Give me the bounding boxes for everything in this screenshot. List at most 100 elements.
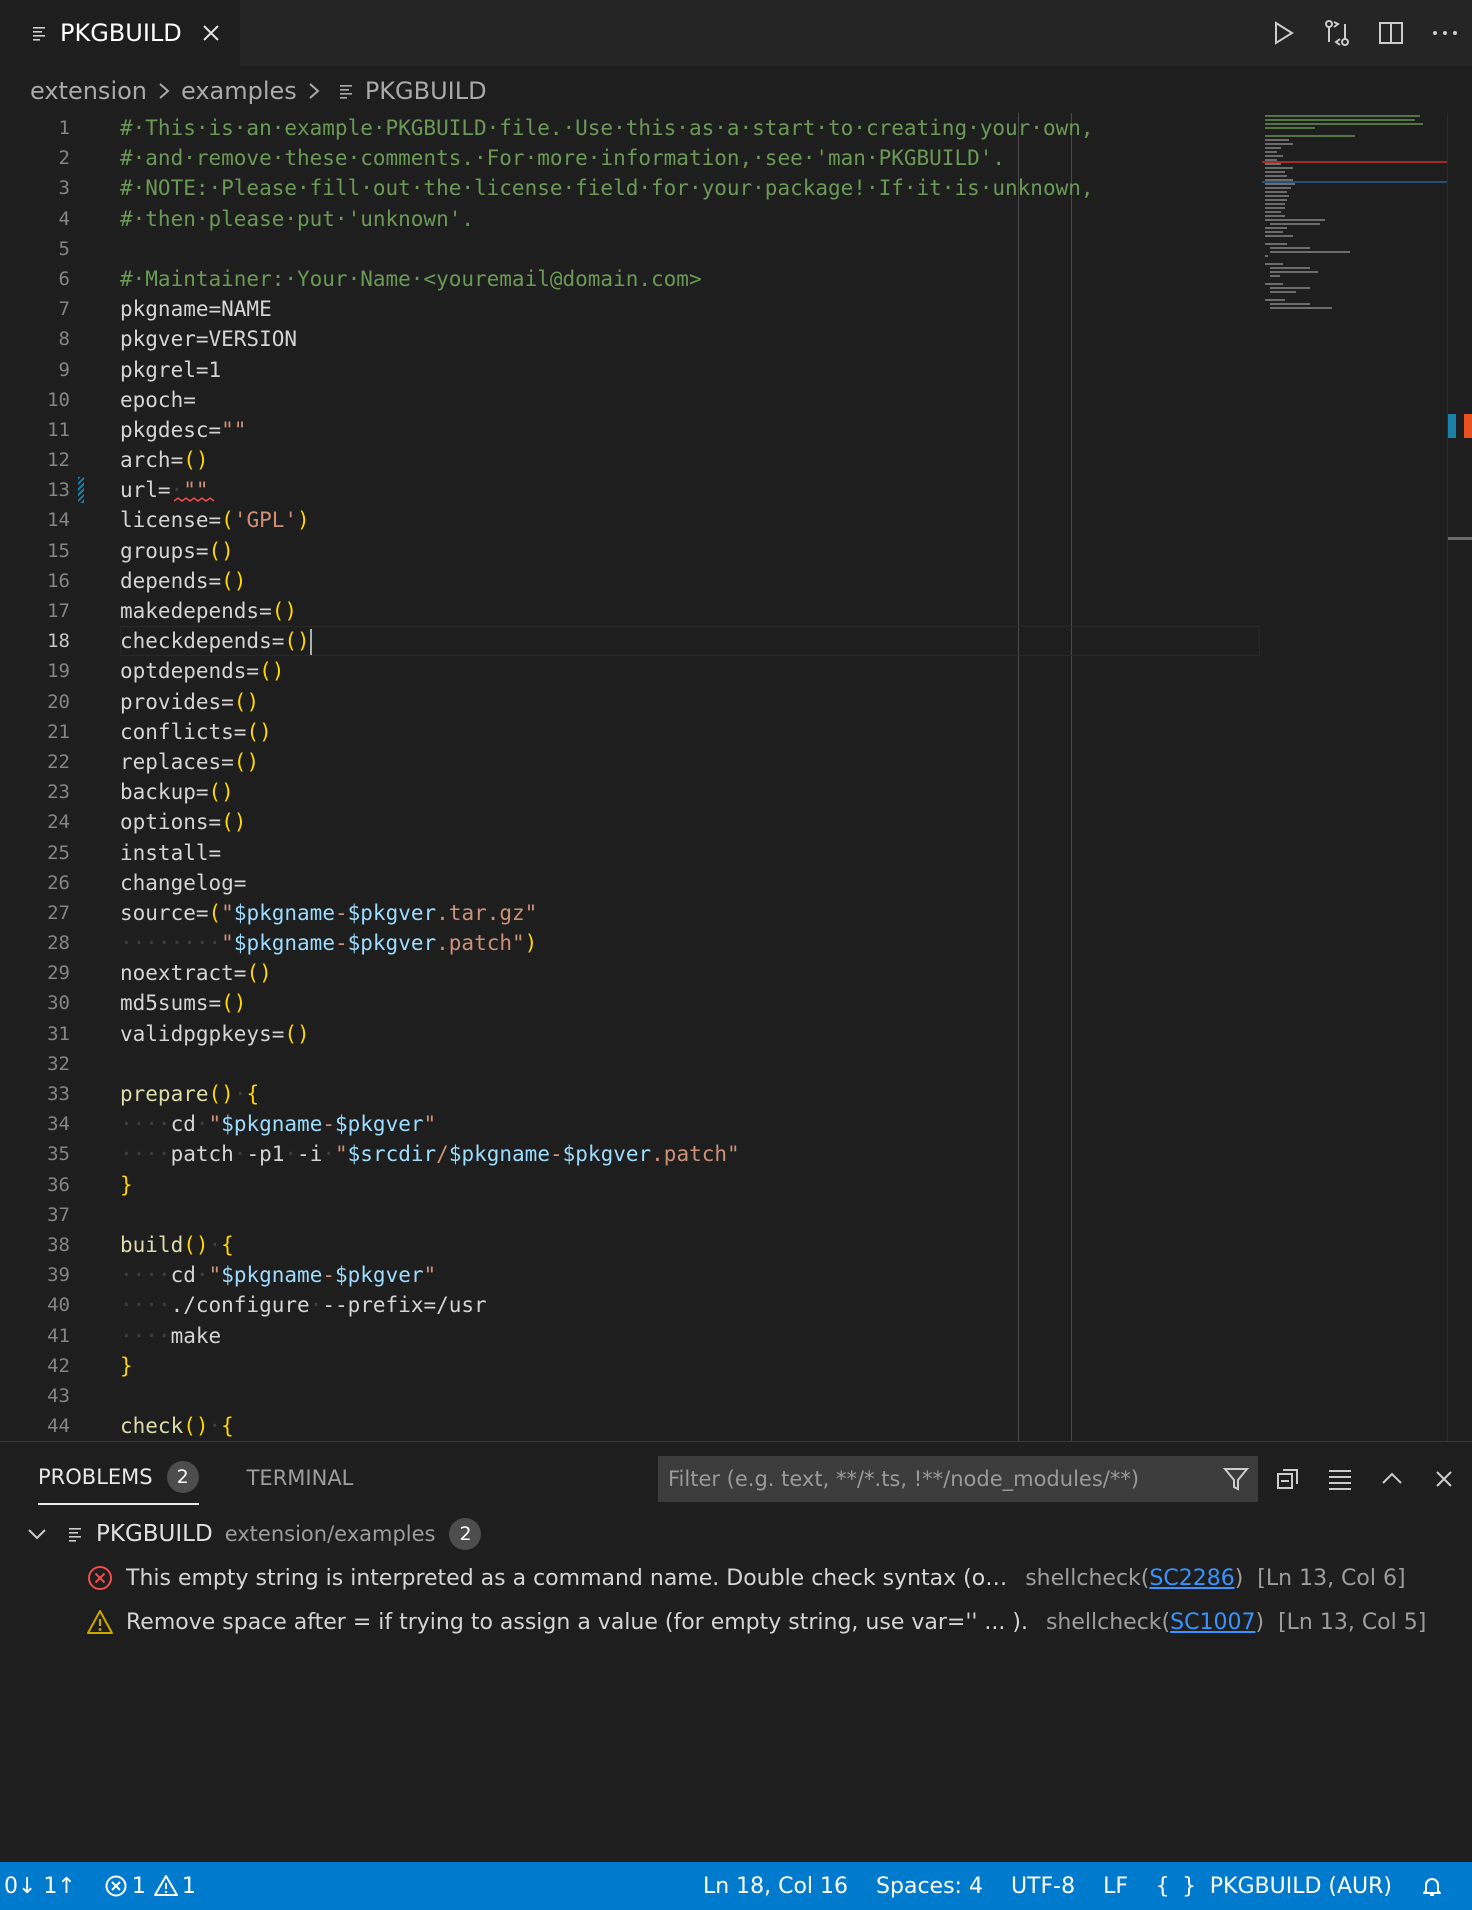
code-line[interactable]	[120, 1049, 1260, 1079]
code-line[interactable]	[120, 1200, 1260, 1230]
problems-filter-input[interactable]	[658, 1458, 1214, 1500]
line-number[interactable]: 26	[0, 868, 70, 898]
code-line[interactable]: }	[120, 1170, 1260, 1200]
code-line[interactable]: ····cd·"$pkgname-$pkgver"	[120, 1260, 1260, 1290]
line-number[interactable]: 23	[0, 777, 70, 807]
split-editor-button[interactable]	[1364, 0, 1418, 66]
line-number[interactable]: 33	[0, 1079, 70, 1109]
code-line[interactable]: conflicts=()	[120, 717, 1260, 747]
line-number[interactable]: 28	[0, 928, 70, 958]
line-number[interactable]: 17	[0, 596, 70, 626]
tab-terminal[interactable]: TERMINAL	[247, 1456, 354, 1500]
close-panel-button[interactable]	[1418, 1456, 1470, 1502]
code-line[interactable]: md5sums=()	[120, 988, 1260, 1018]
encoding-status[interactable]: UTF-8	[997, 1862, 1089, 1910]
code-line[interactable]: makedepends=()	[120, 596, 1260, 626]
line-number[interactable]: 7	[0, 294, 70, 324]
line-number[interactable]: 2	[0, 143, 70, 173]
line-number[interactable]: 1	[0, 113, 70, 143]
filter-button[interactable]	[1214, 1457, 1258, 1501]
code-line[interactable]: #·and·remove·these·comments.·For·more·in…	[120, 143, 1260, 173]
code-line[interactable]: options=()	[120, 807, 1260, 837]
code-line[interactable]: depends=()	[120, 566, 1260, 596]
line-number[interactable]: 27	[0, 898, 70, 928]
line-number[interactable]: 20	[0, 687, 70, 717]
line-number[interactable]: 3	[0, 173, 70, 203]
view-as-list-button[interactable]	[1314, 1456, 1366, 1502]
problem-code-link[interactable]: SC1007	[1170, 1610, 1255, 1635]
code-line[interactable]: provides=()	[120, 687, 1260, 717]
code-line[interactable]: }	[120, 1351, 1260, 1381]
problems-status[interactable]: 1 1	[90, 1862, 210, 1910]
indentation-status[interactable]: Spaces: 4	[862, 1862, 997, 1910]
code-line[interactable]: build()·{	[120, 1230, 1260, 1260]
line-number[interactable]: 29	[0, 958, 70, 988]
code-line[interactable]: ····make	[120, 1321, 1260, 1351]
code-line[interactable]: pkgdesc=""	[120, 415, 1260, 445]
line-number[interactable]: 42	[0, 1351, 70, 1381]
close-icon[interactable]	[200, 22, 222, 44]
line-number[interactable]: 24	[0, 807, 70, 837]
line-number[interactable]: 15	[0, 536, 70, 566]
code-line[interactable]: ····cd·"$pkgname-$pkgver"	[120, 1109, 1260, 1139]
code-line[interactable]	[120, 1381, 1260, 1411]
code-line[interactable]: pkgver=VERSION	[120, 324, 1260, 354]
code-line[interactable]: ········"$pkgname-$pkgver.patch")	[120, 928, 1260, 958]
more-actions-button[interactable]	[1418, 0, 1472, 66]
code-line[interactable]: validpgpkeys=()	[120, 1019, 1260, 1049]
language-mode[interactable]: { } PKGBUILD (AUR)	[1142, 1862, 1406, 1910]
code-line[interactable]: ····patch·-p1·-i·"$srcdir/$pkgname-$pkgv…	[120, 1139, 1260, 1169]
compare-changes-button[interactable]	[1310, 0, 1364, 66]
code-line[interactable]: #·then·please·put·'unknown'.	[120, 204, 1260, 234]
code-line[interactable]: prepare()·{	[120, 1079, 1260, 1109]
code-line[interactable]: replaces=()	[120, 747, 1260, 777]
maximize-panel-button[interactable]	[1366, 1456, 1418, 1502]
line-number[interactable]: 38	[0, 1230, 70, 1260]
code-line[interactable]: #·This·is·an·example·PKGBUILD·file.·Use·…	[120, 113, 1260, 143]
code-line[interactable]: optdepends=()	[120, 656, 1260, 686]
breadcrumb-item-file[interactable]: PKGBUILD	[365, 77, 487, 105]
line-number[interactable]: 10	[0, 385, 70, 415]
editor-scrollbar[interactable]	[1447, 113, 1472, 1441]
code-lines[interactable]: #·This·is·an·example·PKGBUILD·file.·Use·…	[78, 113, 1260, 1441]
code-line[interactable]: arch=()	[120, 445, 1260, 475]
line-number[interactable]: 22	[0, 747, 70, 777]
line-number[interactable]: 12	[0, 445, 70, 475]
line-number[interactable]: 39	[0, 1260, 70, 1290]
line-number[interactable]: 44	[0, 1411, 70, 1441]
code-line[interactable]: changelog=	[120, 868, 1260, 898]
problems-file-row[interactable]: PKGBUILD extension/examples 2	[0, 1512, 1472, 1556]
code-line[interactable]: check()·{	[120, 1411, 1260, 1441]
eol-status[interactable]: LF	[1089, 1862, 1142, 1910]
breadcrumb-item-examples[interactable]: examples	[181, 77, 297, 105]
problem-item[interactable]: Remove space after = if trying to assign…	[0, 1600, 1472, 1644]
line-number[interactable]: 25	[0, 838, 70, 868]
cursor-position[interactable]: Ln 18, Col 16	[689, 1862, 862, 1910]
line-number[interactable]: 11	[0, 415, 70, 445]
code-editor[interactable]: 1 2 3 4 5 6 7 8 9 10 11 12 13 14 15 16 17 18 19 20 21 22 23 24 2…	[0, 113, 1472, 1441]
code-line[interactable]: source=("$pkgname-$pkgver.tar.gz"	[120, 898, 1260, 928]
code-line[interactable]: pkgrel=1	[120, 355, 1260, 385]
line-number[interactable]: 6	[0, 264, 70, 294]
code-line[interactable]: #·Maintainer:·Your·Name·<youremail@domai…	[120, 264, 1260, 294]
line-number[interactable]: 35	[0, 1139, 70, 1169]
code-line[interactable]: license=('GPL')	[120, 505, 1260, 535]
modified-line-indicator[interactable]	[78, 477, 84, 504]
problem-code-link[interactable]: SC2286	[1149, 1566, 1234, 1591]
code-line[interactable]: ····./configure·--prefix=/usr	[120, 1290, 1260, 1320]
problem-item[interactable]: This empty string is interpreted as a co…	[0, 1556, 1472, 1600]
code-line[interactable]: noextract=()	[120, 958, 1260, 988]
line-number[interactable]: 37	[0, 1200, 70, 1230]
line-number[interactable]: 43	[0, 1381, 70, 1411]
code-line[interactable]: checkdepends=()	[120, 626, 1260, 656]
line-number[interactable]: 32	[0, 1049, 70, 1079]
line-number[interactable]: 14	[0, 505, 70, 535]
line-number[interactable]: 34	[0, 1109, 70, 1139]
run-button[interactable]	[1256, 0, 1310, 66]
line-number[interactable]: 41	[0, 1321, 70, 1351]
line-number[interactable]: 40	[0, 1290, 70, 1320]
line-number[interactable]: 19	[0, 656, 70, 686]
code-line[interactable]: pkgname=NAME	[120, 294, 1260, 324]
code-line[interactable]: backup=()	[120, 777, 1260, 807]
line-number[interactable]: 13	[0, 475, 70, 505]
